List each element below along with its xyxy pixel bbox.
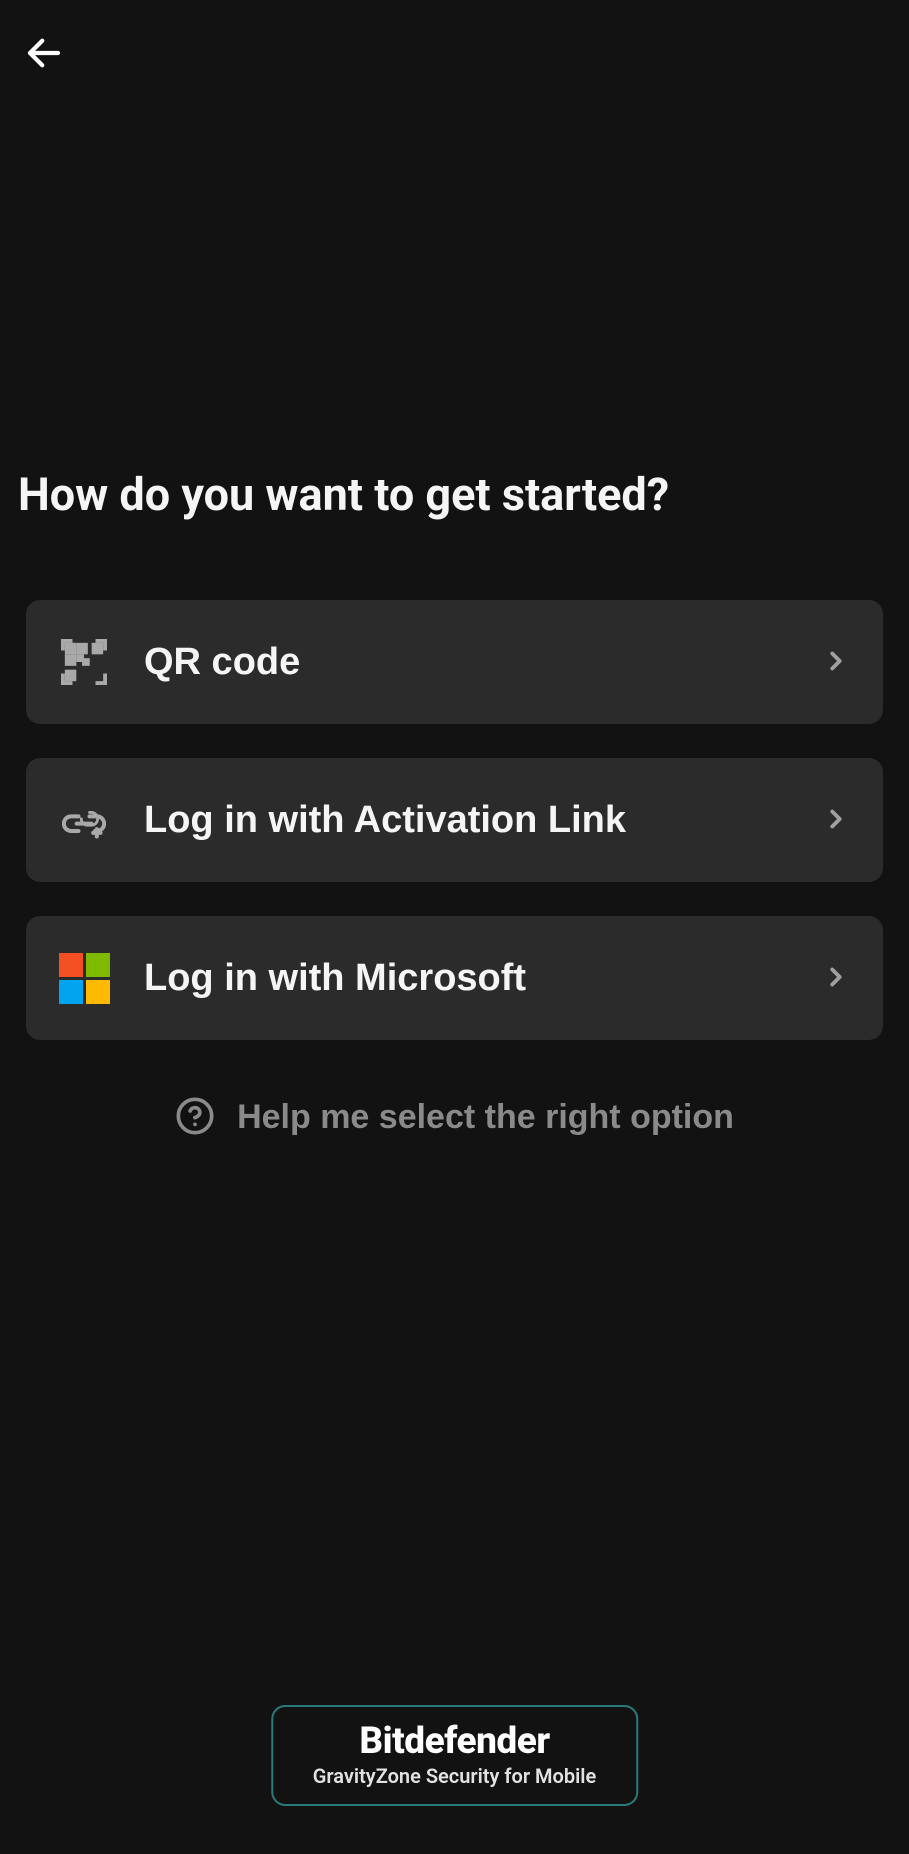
brand-subtitle: GravityZone Security for Mobile — [313, 1764, 596, 1788]
link-icon — [58, 794, 110, 846]
help-circle-icon — [175, 1096, 215, 1139]
microsoft-icon — [58, 952, 110, 1004]
chevron-right-icon — [821, 804, 851, 837]
help-select-option[interactable]: Help me select the right option — [0, 1096, 909, 1139]
option-qr-code[interactable]: QR code — [26, 600, 883, 724]
page-title: How do you want to get started? — [0, 468, 909, 522]
brand-badge: Bitdefender GravityZone Security for Mob… — [271, 1705, 638, 1806]
qr-code-icon — [58, 636, 110, 688]
help-label: Help me select the right option — [237, 1098, 734, 1137]
chevron-right-icon — [821, 646, 851, 679]
brand-name: Bitdefender — [359, 1723, 549, 1760]
chevron-right-icon — [821, 962, 851, 995]
option-activation-link[interactable]: Log in with Activation Link — [26, 758, 883, 882]
option-qr-label: QR code — [144, 641, 821, 684]
arrow-left-icon — [23, 32, 65, 77]
options-list: QR code Log in with Activation Link — [0, 600, 909, 1040]
option-microsoft[interactable]: Log in with Microsoft — [26, 916, 883, 1040]
option-link-label: Log in with Activation Link — [144, 799, 821, 842]
back-button[interactable] — [20, 30, 68, 78]
option-microsoft-label: Log in with Microsoft — [144, 957, 821, 1000]
